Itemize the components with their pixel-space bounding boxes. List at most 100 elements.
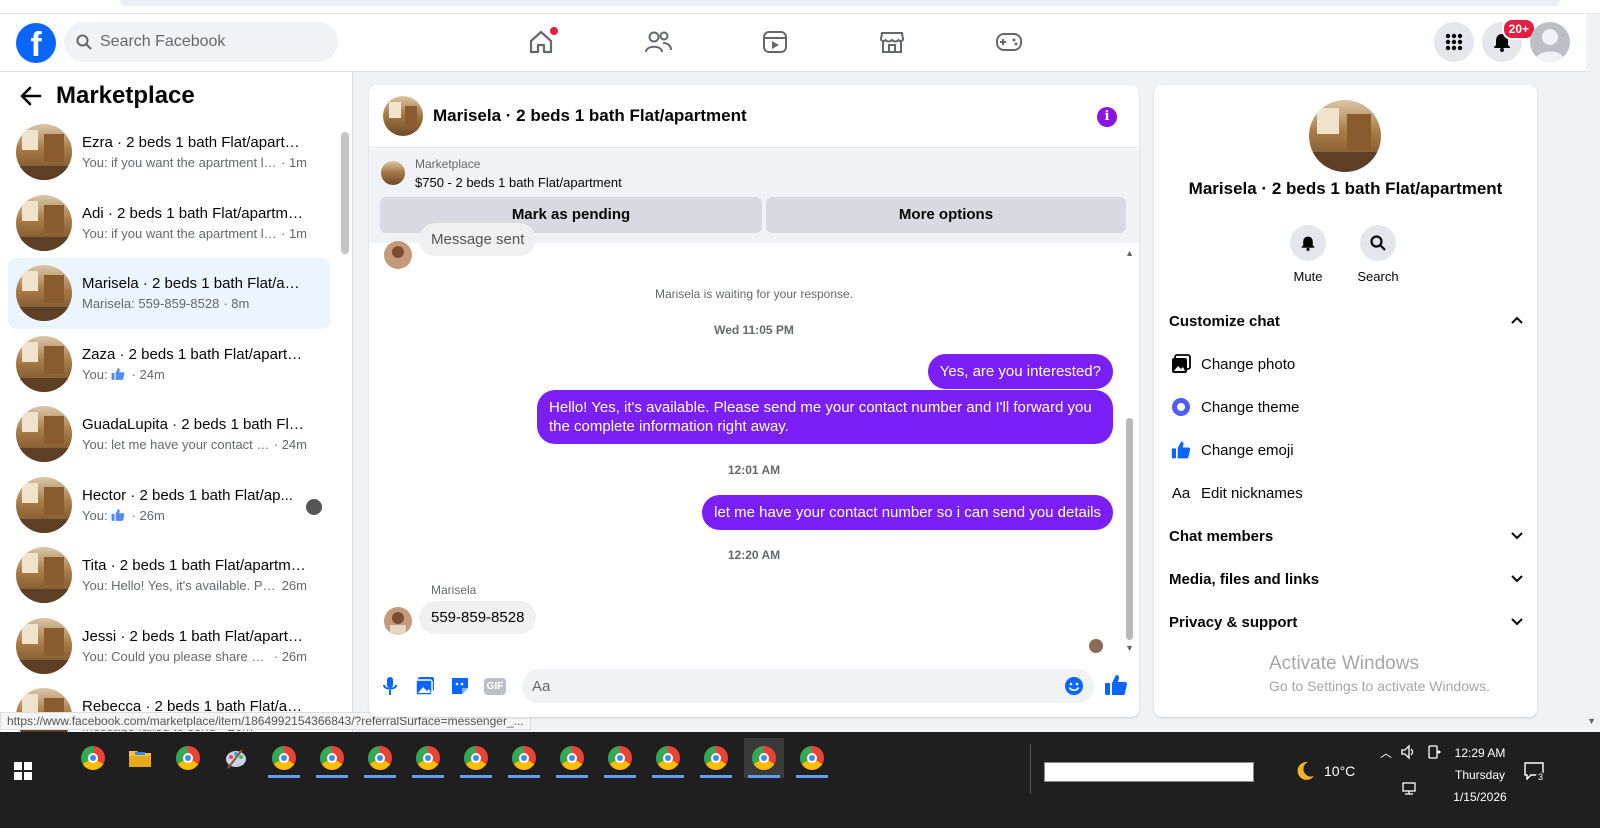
conversation-list: Ezra · 2 beds 1 bath Flat/apartm... You: … (8, 117, 330, 732)
chrome-taskbar-app[interactable] (552, 738, 592, 778)
conversation-avatar (16, 194, 72, 251)
clock-date: 1/15/2026 (1453, 790, 1507, 804)
menu-button[interactable] (1434, 22, 1474, 62)
voice-clip-button[interactable] (379, 675, 401, 697)
emoji-icon[interactable] (1064, 676, 1084, 696)
sender-avatar (384, 241, 412, 269)
page-scroll-down-arrow[interactable]: ▼ (1587, 716, 1596, 726)
nav-home[interactable] (512, 18, 570, 66)
taskbar-address-input[interactable] (1045, 763, 1235, 781)
chrome-taskbar-app[interactable] (600, 738, 640, 778)
message-bubble-incoming[interactable]: 559-859-8528 (419, 601, 537, 634)
notification-center-button[interactable]: 3 (1524, 762, 1546, 783)
message-input-box[interactable] (522, 669, 1094, 703)
chrome-taskbar-app[interactable] (168, 738, 208, 778)
system-clock[interactable]: 12:29 AM Thursday 1/15/2026 (1440, 742, 1520, 808)
chrome-taskbar-app[interactable] (792, 738, 832, 778)
facebook-logo[interactable]: f (16, 23, 56, 63)
conversation-avatar (16, 406, 72, 463)
chat-scrollbar[interactable] (1126, 418, 1133, 640)
mute-button[interactable]: Mute (1278, 225, 1338, 284)
listing-thumbnail[interactable] (381, 161, 405, 185)
more-options-button[interactable]: More options (766, 197, 1126, 233)
change-theme-item[interactable]: Change theme (1169, 389, 1524, 425)
media-files-toggle[interactable]: Media, files and links (1169, 561, 1524, 597)
conversation-item[interactable]: Ezra · 2 beds 1 bath Flat/apartm... You: … (8, 117, 330, 188)
message-bubble-outgoing[interactable]: let me have your contact number so i can… (702, 495, 1113, 530)
gaming-icon (996, 33, 1022, 51)
conversation-item[interactable]: Tita · 2 beds 1 bath Flat/apartme... You:… (8, 540, 330, 611)
change-emoji-label: Change emoji (1201, 441, 1294, 459)
thumbs-up-icon (111, 367, 124, 380)
taskbar-address-field[interactable] (1044, 762, 1254, 782)
nav-marketplace[interactable] (863, 18, 921, 66)
sticker-button[interactable] (449, 675, 471, 697)
mute-label: Mute (1293, 269, 1323, 284)
nav-gaming[interactable] (980, 18, 1038, 66)
gif-button[interactable]: GIF (483, 675, 507, 697)
clock-day: Thursday (1454, 768, 1506, 782)
details-avatar[interactable] (1309, 100, 1381, 172)
chrome-taskbar-app[interactable] (504, 738, 544, 778)
message-bubble-incoming[interactable]: Message sent (419, 223, 537, 256)
marketplace-icon (879, 32, 905, 53)
privacy-support-toggle[interactable]: Privacy & support (1169, 604, 1524, 640)
customize-chat-toggle[interactable]: Customize chat (1169, 303, 1524, 339)
chat-avatar[interactable] (383, 96, 423, 136)
nav-friends[interactable] (629, 18, 687, 66)
paint-taskbar-app[interactable] (216, 738, 256, 778)
microphone-icon (383, 677, 397, 695)
search-box[interactable] (64, 22, 338, 62)
volume-icon[interactable] (1400, 744, 1416, 763)
conversation-item[interactable]: Hector · 2 beds 1 bath Flat/ap... You: · 2… (8, 470, 330, 541)
theme-icon (1172, 398, 1190, 416)
change-photo-item[interactable]: Change photo (1169, 346, 1524, 382)
read-receipt-avatar (1089, 639, 1103, 653)
search-input[interactable] (100, 33, 320, 51)
tray-expand-icon[interactable]: ︿ (1380, 744, 1392, 761)
weather-widget[interactable]: 10°C (1294, 760, 1355, 782)
attach-photo-button[interactable] (414, 675, 436, 697)
info-icon[interactable]: i (1097, 107, 1117, 127)
conversation-item[interactable]: Adi · 2 beds 1 bath Flat/apartment You: i… (8, 188, 330, 259)
chrome-taskbar-app[interactable] (73, 738, 113, 778)
thumbs-up-icon (111, 508, 124, 521)
network-icon[interactable] (1402, 782, 1418, 799)
chrome-icon (608, 746, 632, 770)
change-emoji-item[interactable]: Change emoji (1169, 432, 1524, 468)
conversation-item[interactable]: Jessi · 2 beds 1 bath Flat/apartm... You:… (8, 611, 330, 682)
user-silhouette-icon (1535, 29, 1565, 62)
edit-nicknames-item[interactable]: Aa Edit nicknames (1169, 475, 1524, 511)
chrome-taskbar-app[interactable] (456, 738, 496, 778)
conversation-time: · 1m (281, 155, 307, 171)
file-explorer-taskbar-app[interactable] (120, 738, 160, 778)
message-bubble-outgoing[interactable]: Hello! Yes, it's available. Please send … (537, 390, 1113, 444)
chat-members-toggle[interactable]: Chat members (1169, 518, 1524, 554)
conversation-item[interactable]: Zaza · 2 beds 1 bath Flat/apartm... You: ·… (8, 329, 330, 400)
message-bubble-outgoing[interactable]: Yes, are you interested? (927, 354, 1113, 389)
listing-title[interactable]: $750 - 2 beds 1 bath Flat/apartment (415, 175, 622, 190)
back-arrow-icon[interactable] (20, 86, 42, 106)
chrome-taskbar-app[interactable] (744, 738, 784, 778)
chrome-taskbar-app[interactable] (360, 738, 400, 778)
search-conversation-button[interactable]: Search (1348, 225, 1408, 284)
chrome-taskbar-app[interactable] (264, 738, 304, 778)
chrome-taskbar-app[interactable] (312, 738, 352, 778)
start-button[interactable] (14, 762, 32, 783)
scroll-down-arrow[interactable]: ▼ (1125, 643, 1134, 653)
chrome-taskbar-app[interactable] (696, 738, 736, 778)
conversation-item[interactable]: Marisela · 2 beds 1 bath Flat/apa... Mari… (8, 258, 330, 329)
account-avatar[interactable] (1530, 22, 1570, 62)
nav-watch[interactable] (746, 18, 804, 66)
conversation-time: · 24m (131, 366, 165, 382)
chrome-taskbar-app[interactable] (408, 738, 448, 778)
sidebar-scrollbar[interactable] (341, 132, 349, 254)
sender-avatar[interactable] (384, 607, 412, 635)
sticker-icon (452, 678, 468, 694)
chrome-taskbar-app[interactable] (648, 738, 688, 778)
scroll-up-arrow[interactable]: ▲ (1125, 248, 1134, 258)
message-input[interactable] (532, 677, 1052, 695)
conversation-item[interactable]: GuadaLupita · 2 beds 1 bath Flat... You: … (8, 399, 330, 470)
send-like-button[interactable] (1104, 673, 1128, 697)
notifications-button[interactable]: 20+ (1482, 18, 1536, 62)
